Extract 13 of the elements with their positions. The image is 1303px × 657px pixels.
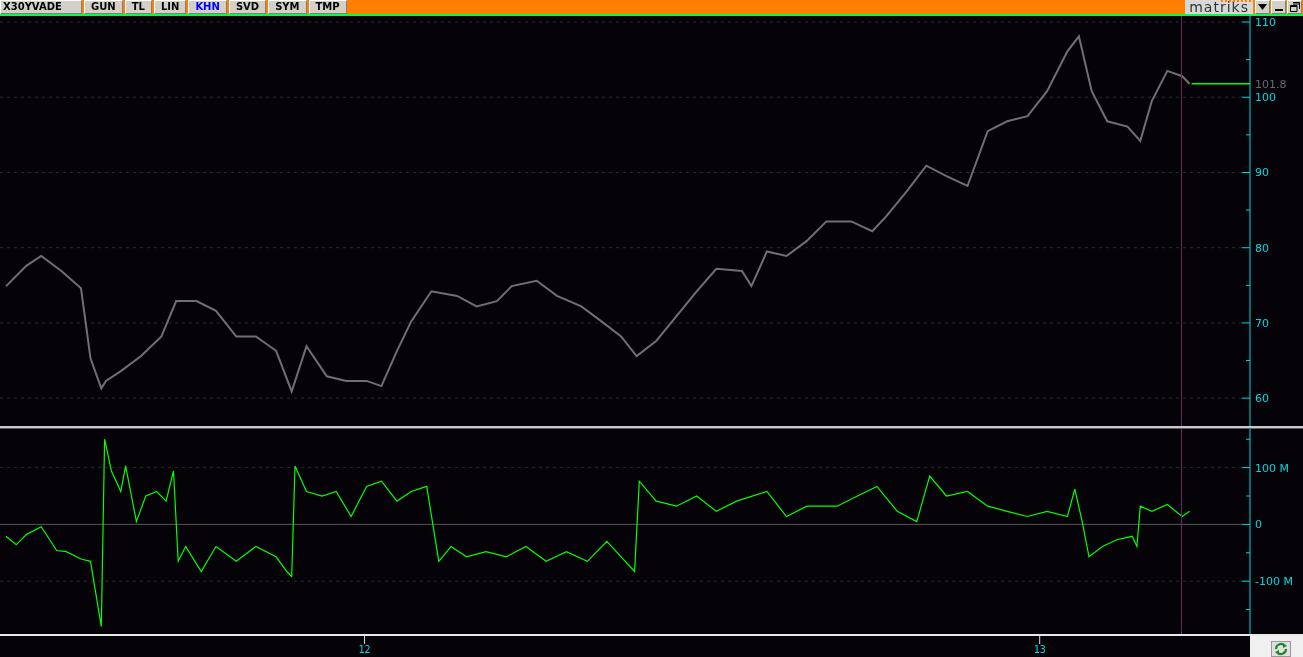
logo: matriks — [1185, 0, 1253, 14]
axis-label: 60 — [1255, 392, 1269, 406]
axis-label: 100 M — [1255, 461, 1289, 475]
axis-label: 90 — [1255, 166, 1269, 180]
axis-label: -100 M — [1255, 575, 1293, 589]
x-axis-label: 12 — [358, 644, 371, 655]
axis-label: 70 — [1255, 316, 1269, 330]
axis-label: 0 — [1255, 518, 1262, 532]
last-price-label: 101.8 — [1255, 77, 1287, 91]
x-axis-label: 13 — [1033, 644, 1046, 655]
axis-label: 100 — [1255, 91, 1276, 105]
axis-label: 110 — [1255, 16, 1276, 29]
axis-label: 80 — [1255, 241, 1269, 255]
